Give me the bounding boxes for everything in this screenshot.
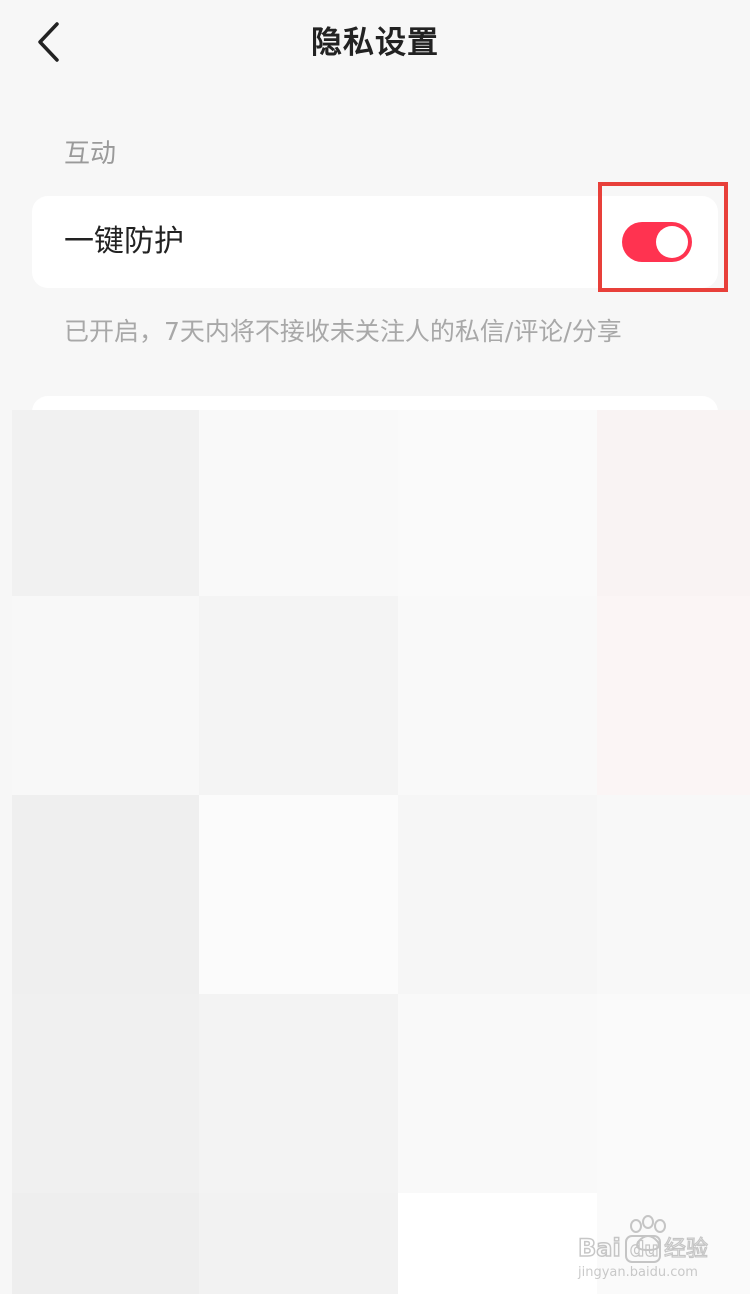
svg-text:经验: 经验 <box>664 1237 708 1262</box>
svg-text:du: du <box>630 1237 659 1261</box>
mosaic-blur-area <box>12 410 750 1294</box>
one-key-protection-label: 一键防护 <box>64 224 184 259</box>
page-title: 隐私设置 <box>311 25 439 61</box>
section-title-interaction: 互动 <box>64 139 117 169</box>
svg-text:jingyan.baidu.com: jingyan.baidu.com <box>577 1265 698 1280</box>
baidu-watermark-logo: Bai du 经验 jingyan.baidu.com <box>574 1212 724 1282</box>
svg-text:Bai: Bai <box>578 1234 621 1262</box>
toggle-knob <box>656 226 688 258</box>
protection-hint-text: 已开启，7天内将不接收未关注人的私信/评论/分享 <box>64 317 622 346</box>
one-key-protection-toggle[interactable] <box>622 222 692 262</box>
header-bar: 隐私设置 <box>0 0 750 88</box>
